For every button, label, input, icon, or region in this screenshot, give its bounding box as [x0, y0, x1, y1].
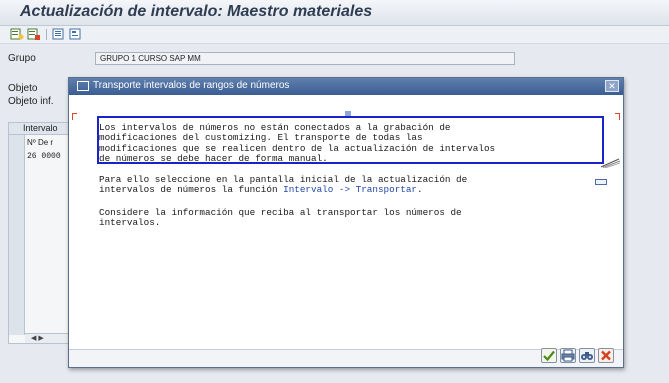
window-title: Actualización de intervalo: Maestro mate…	[20, 3, 373, 20]
cancel-button[interactable]	[598, 348, 614, 363]
corner-marker	[72, 113, 77, 120]
objeto-label: Objeto	[8, 83, 38, 94]
dialog-title: Transporte intervalos de rangos de númer…	[93, 80, 290, 91]
corner-marker	[615, 113, 620, 120]
close-button[interactable]: ✕	[605, 80, 619, 92]
toolbar-separator	[46, 29, 47, 40]
dialog-footer	[541, 348, 617, 364]
dialog-content: Los intervalos de números no están conec…	[69, 95, 623, 350]
table-row[interactable]: 26 0000	[27, 152, 61, 161]
row-selector-column[interactable]	[9, 135, 25, 335]
info-paragraph-2: Para ello seleccione en la pantalla inic…	[99, 174, 467, 196]
find-icon	[581, 352, 593, 360]
resize-grip-icon	[599, 158, 621, 169]
minimized-box-icon	[595, 179, 607, 185]
table-title: Intervalo	[9, 123, 69, 135]
transport-dialog: Transporte intervalos de rangos de númer…	[68, 77, 624, 368]
horizontal-scrollbar[interactable]: ◀ ▶	[25, 333, 70, 343]
change-interval-icon[interactable]	[27, 28, 41, 41]
intervals-table: Intervalo Nº De r 26 0000 ◀ ▶	[8, 122, 70, 344]
create-interval-icon[interactable]	[10, 28, 24, 41]
overview-icon[interactable]	[69, 28, 83, 41]
find-button[interactable]	[579, 348, 595, 363]
cancel-icon	[601, 350, 611, 361]
application-toolbar	[0, 26, 669, 44]
check-icon	[543, 350, 555, 362]
table-column-headers: Nº De r	[27, 138, 53, 147]
column-de-header: De r	[37, 138, 54, 147]
divider	[69, 349, 623, 350]
print-icon	[561, 349, 575, 362]
interval-transport-link[interactable]: Intervalo -> Transportar	[283, 184, 417, 195]
info-paragraph-1: Los intervalos de números no están conec…	[99, 122, 496, 165]
row-number: 26	[27, 152, 37, 161]
grupo-field[interactable]: GRUPO 1 CURSO SAP MM	[95, 52, 515, 65]
grupo-label: Grupo	[8, 53, 36, 64]
column-no-header: Nº	[27, 138, 36, 147]
objeto-inf-label: Objeto inf.	[8, 96, 54, 107]
row-from-value: 0000	[41, 152, 61, 161]
print-button[interactable]	[560, 348, 576, 363]
dialog-titlebar: Transporte intervalos de rangos de númer…	[69, 78, 623, 95]
window-icon	[77, 81, 89, 91]
paragraph-2-end: .	[417, 184, 423, 196]
continue-button[interactable]	[541, 348, 557, 363]
display-icon[interactable]	[52, 28, 66, 41]
info-paragraph-3: Considere la información que reciba al t…	[99, 207, 462, 229]
window-titlebar: Actualización de intervalo: Maestro mate…	[0, 0, 669, 26]
